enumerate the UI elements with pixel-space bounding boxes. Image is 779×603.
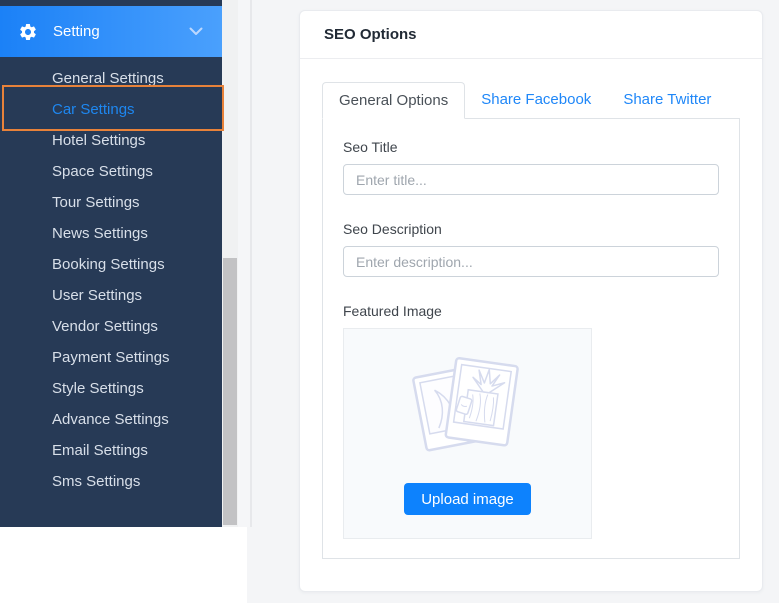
card-body: General Options Share Facebook Share Twi… bbox=[300, 59, 762, 559]
sidebar-gap-strip bbox=[238, 0, 250, 527]
sidebar-item-style-settings[interactable]: Style Settings bbox=[0, 373, 222, 404]
seo-title-label: Seo Title bbox=[343, 139, 398, 155]
sidebar-item-advance-settings[interactable]: Advance Settings bbox=[0, 404, 222, 435]
sidebar-item-user-settings[interactable]: User Settings bbox=[0, 280, 222, 311]
content-left-divider bbox=[250, 0, 252, 527]
card-title: SEO Options bbox=[324, 26, 417, 43]
sidebar-item-hotel-settings[interactable]: Hotel Settings bbox=[0, 125, 222, 156]
sidebar-item-email-settings[interactable]: Email Settings bbox=[0, 435, 222, 466]
card-header: SEO Options bbox=[300, 11, 762, 59]
seo-options-card: SEO Options General Options Share Facebo… bbox=[299, 10, 763, 592]
general-options-panel: Seo Title Seo Description Featured Image bbox=[322, 118, 740, 559]
sidebar-item-general-settings[interactable]: General Settings bbox=[0, 63, 222, 94]
sidebar-item-tour-settings[interactable]: Tour Settings bbox=[0, 187, 222, 218]
sidebar-item-news-settings[interactable]: News Settings bbox=[0, 218, 222, 249]
gear-icon bbox=[18, 22, 38, 42]
seo-tab-bar: General Options Share Facebook Share Twi… bbox=[322, 82, 740, 119]
sidebar-setting-menu-header[interactable]: Setting bbox=[0, 6, 222, 57]
seo-title-input[interactable] bbox=[343, 164, 719, 195]
featured-image-group: Featured Image Upload image bbox=[343, 303, 719, 539]
sidebar-item-vendor-settings[interactable]: Vendor Settings bbox=[0, 311, 222, 342]
tab-share-facebook[interactable]: Share Facebook bbox=[465, 82, 607, 119]
sidebar-settings-nav: General Settings Car Settings Hotel Sett… bbox=[0, 63, 222, 497]
image-placeholder-illustration bbox=[408, 352, 528, 475]
seo-description-input[interactable] bbox=[343, 246, 719, 277]
seo-title-group: Seo Title bbox=[343, 139, 719, 195]
sidebar-header-label: Setting bbox=[53, 23, 100, 40]
tab-general-options[interactable]: General Options bbox=[322, 82, 466, 119]
featured-image-label: Featured Image bbox=[343, 303, 442, 319]
sidebar-item-payment-settings[interactable]: Payment Settings bbox=[0, 342, 222, 373]
seo-description-label: Seo Description bbox=[343, 221, 442, 237]
sidebar-item-car-settings[interactable]: Car Settings bbox=[0, 94, 222, 125]
tab-share-twitter[interactable]: Share Twitter bbox=[607, 82, 727, 119]
sidebar-item-space-settings[interactable]: Space Settings bbox=[0, 156, 222, 187]
sidebar-item-booking-settings[interactable]: Booking Settings bbox=[0, 249, 222, 280]
upload-image-button[interactable]: Upload image bbox=[404, 483, 531, 515]
settings-sidebar: Setting General Settings Car Settings Ho… bbox=[0, 0, 222, 527]
sidebar-scrollbar-thumb[interactable] bbox=[223, 258, 237, 525]
featured-image-dropzone[interactable]: Upload image bbox=[343, 328, 592, 539]
sidebar-item-sms-settings[interactable]: Sms Settings bbox=[0, 466, 222, 497]
app-screen: Setting General Settings Car Settings Ho… bbox=[0, 0, 779, 603]
seo-description-group: Seo Description bbox=[343, 221, 719, 277]
chevron-down-icon bbox=[189, 27, 203, 36]
